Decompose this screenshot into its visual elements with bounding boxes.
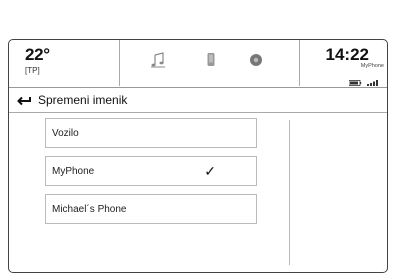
status-indicators: [348, 73, 379, 86]
back-button[interactable]: [15, 92, 33, 108]
list-item-label: Vozilo: [52, 127, 79, 139]
phone-icon[interactable]: [201, 50, 221, 70]
connected-phone-label: MyPhone: [360, 63, 384, 69]
phonebook-item-myphone[interactable]: MyPhone ✓: [45, 156, 257, 186]
signal-icon: [367, 80, 378, 86]
infotainment-screen: 22° [TP] 14:22 MyPhone Spremeni imenik V…: [8, 39, 388, 273]
traffic-program-indicator: [TP]: [25, 66, 40, 75]
back-arrow-icon: [17, 96, 31, 106]
music-note-icon[interactable]: [148, 50, 168, 70]
status-divider: [299, 40, 300, 86]
phonebook-item-vozilo[interactable]: Vozilo: [45, 118, 257, 148]
settings-icon[interactable]: [246, 50, 266, 70]
panel-divider: [289, 120, 290, 265]
checkmark-icon: ✓: [204, 163, 216, 179]
list-item-label: Michael´s Phone: [52, 203, 127, 215]
phonebook-item-michaels-phone[interactable]: Michael´s Phone: [45, 194, 257, 224]
battery-icon: [348, 80, 362, 86]
page-title: Spremeni imenik: [38, 93, 128, 107]
status-bar: 22° [TP] 14:22 MyPhone: [9, 40, 387, 88]
status-divider: [119, 40, 120, 86]
title-bar: Spremeni imenik: [9, 88, 387, 113]
list-item-label: MyPhone: [52, 165, 95, 177]
clock-display: 14:22: [325, 45, 369, 64]
temperature-display[interactable]: 22°: [25, 45, 50, 65]
